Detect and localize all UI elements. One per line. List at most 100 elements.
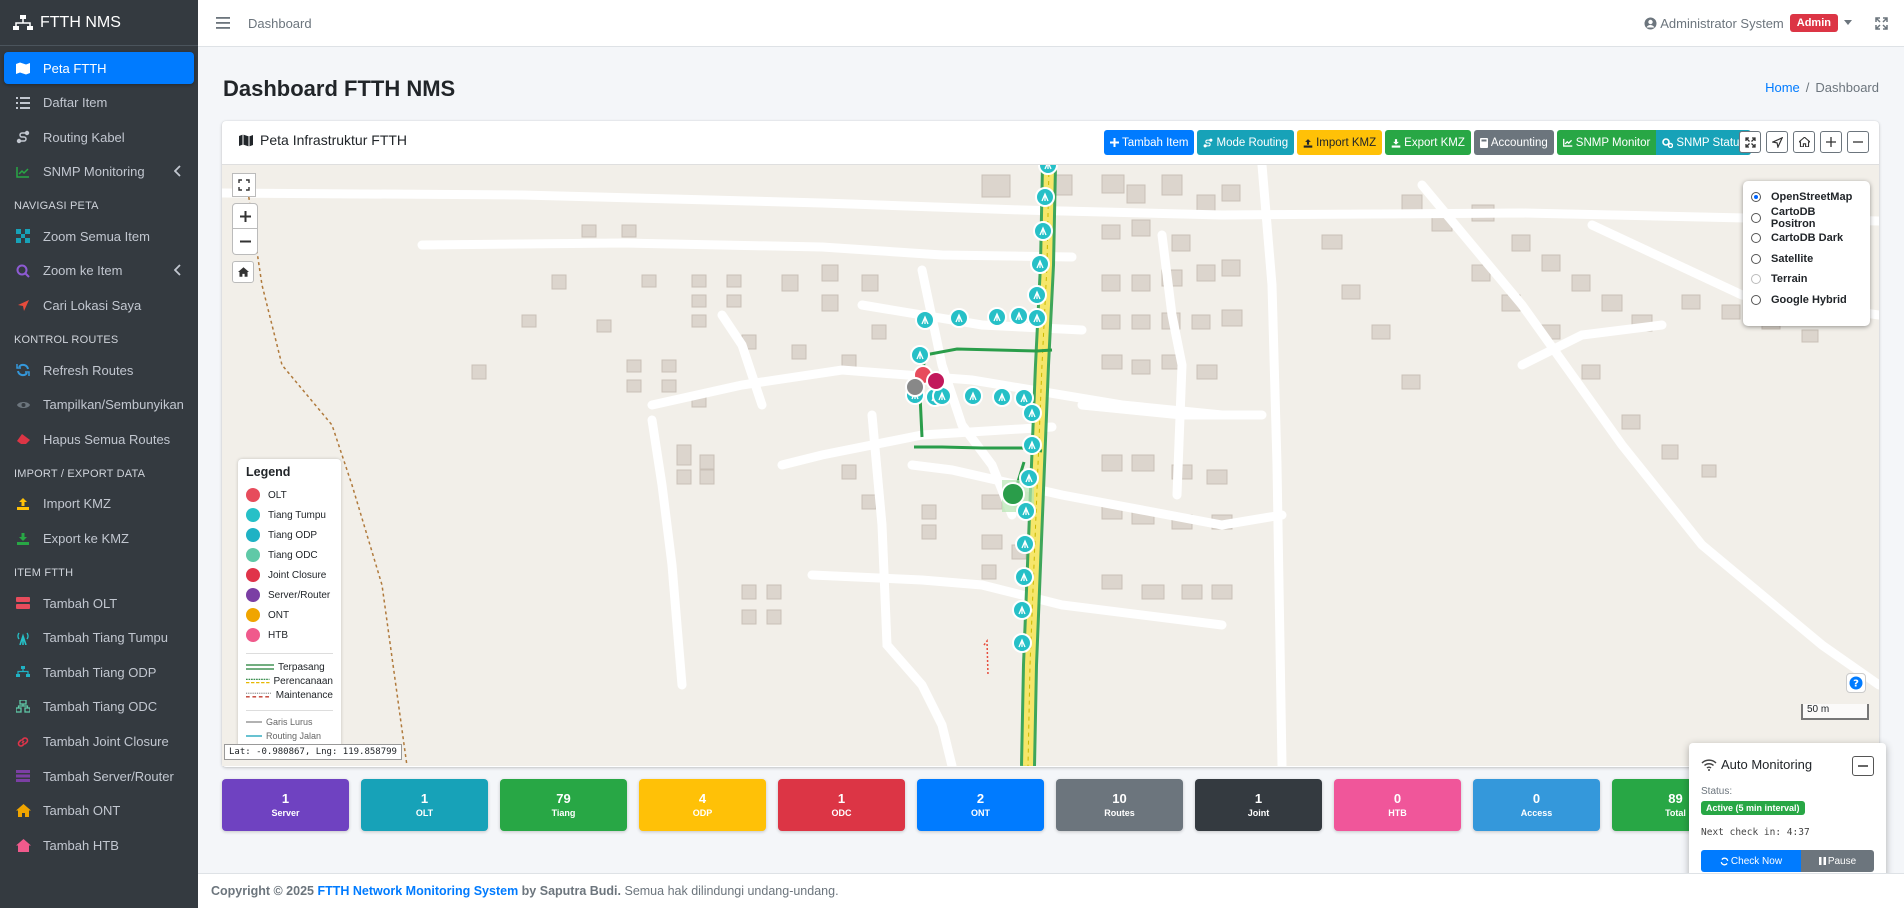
network-icon [14,700,32,714]
sidebar-item-refresh-routes[interactable]: Refresh Routes [4,354,194,386]
sidebar-item-label: Refresh Routes [43,362,134,378]
sidebar-item-routing-kabel[interactable]: Routing Kabel [4,121,194,153]
nav-header-routes: KONTROL ROUTES [14,334,119,347]
help-button[interactable]: ? [1846,673,1866,693]
server-marker[interactable] [926,371,946,391]
home-tool-button[interactable] [1793,131,1815,153]
svg-text:?: ? [1853,679,1859,690]
stat-box-tiang[interactable]: 79 Tiang [500,779,627,831]
layer-option[interactable]: CartoDB Dark [1751,228,1862,249]
stat-box-ont[interactable]: 2 ONT [917,779,1044,831]
sidebar-item-tambah-tiang-tumpu[interactable]: Tambah Tiang Tumpu [4,622,194,654]
stat-label: Access [1520,808,1553,818]
legend-line-maintenance: Maintenance [246,688,333,702]
line-dotted-icon [246,678,270,684]
sidebar-item-daftar-item[interactable]: Daftar Item [4,87,194,119]
legend-label: Tiang Tumpu [268,509,326,521]
sidebar-item-tampilkan[interactable]: Tampilkan/Sembunyikan [4,389,194,421]
locate-tool-button[interactable] [1766,131,1788,153]
calculator-icon [1479,137,1488,148]
zoom-in-button[interactable] [232,203,258,229]
radio[interactable] [1751,294,1761,305]
fullscreen-map-button[interactable] [232,173,256,197]
snmp-monitor-button[interactable]: SNMP Monitor [1556,130,1657,155]
pause-button[interactable]: Pause [1801,850,1874,872]
pause-icon [1818,857,1826,865]
stat-value: 0 [1532,791,1541,806]
ftth-map[interactable]: OpenStreetMap CartoDB Positron CartoDB D… [222,165,1879,766]
monitor-minimize-button[interactable] [1852,756,1874,776]
sidebar-item-zoom-semua[interactable]: Zoom Semua Item [4,220,194,252]
sidebar-item-tambah-tiang-odc[interactable]: Tambah Tiang ODC [4,691,194,723]
brand-text: FTTH NMS [40,13,121,31]
sidebar-item-import-kmz[interactable]: Import KMZ [4,488,194,520]
legend-label: Maintenance [275,689,333,701]
radio-selected[interactable] [1751,192,1761,203]
stat-box-joint[interactable]: 1 Joint [1195,779,1322,831]
ont-marker-icon [246,608,260,622]
sidebar-item-label: Tambah Tiang ODP [43,664,157,680]
breadcrumb-home-link[interactable]: Home [1765,80,1800,95]
sidebar-item-label: Export ke KMZ [43,531,129,547]
plus-icon [239,210,251,222]
tambah-item-button[interactable]: Tambah Item [1104,130,1195,155]
monitor-status-label: Status: [1701,786,1733,797]
import-kmz-button[interactable]: Import KMZ [1297,130,1383,155]
radio[interactable] [1751,233,1761,244]
radio[interactable] [1751,253,1761,264]
download-icon [1391,138,1401,148]
stat-box-odc[interactable]: 1 ODC [778,779,905,831]
home-map-button[interactable] [232,261,254,283]
radio[interactable] [1751,212,1761,223]
broadcast-tower-icon [14,631,32,645]
sidebar-item-tambah-htb[interactable]: Tambah HTB [4,829,194,861]
stat-value: 1 [1254,791,1263,806]
sidebar-item-tambah-ont[interactable]: Tambah ONT [4,795,194,827]
expand-card-button[interactable] [1820,131,1842,153]
sidebar-item-tambah-joint-closure[interactable]: Tambah Joint Closure [4,726,194,758]
stat-box-server[interactable]: 1 Server [222,779,349,831]
layer-option[interactable]: Google Hybrid [1751,290,1862,311]
stat-box-odp[interactable]: 4 ODP [639,779,766,831]
footer-system-link[interactable]: FTTH Network Monitoring System [317,884,518,898]
brand[interactable]: FTTH NMS [0,0,198,46]
sidebar-item-hapus-routes[interactable]: Hapus Semua Routes [4,423,194,455]
topbar-dashboard-link[interactable]: Dashboard [248,16,312,31]
collapse-card-button[interactable] [1847,131,1869,153]
stat-box-olt[interactable]: 1 OLT [361,779,488,831]
plus-icon [1110,138,1119,147]
sidebar-item-tambah-server-router[interactable]: Tambah Server/Router [4,760,194,792]
monitor-title: Auto Monitoring [1721,757,1813,772]
stat-label: HTB [1388,808,1407,818]
export-kmz-button[interactable]: Export KMZ [1385,130,1471,155]
layer-option[interactable]: CartoDB Positron [1751,206,1862,230]
stat-label: Server [271,808,300,818]
sidebar-item-export-kmz[interactable]: Export ke KMZ [4,523,194,555]
sidebar-item-zoom-ke-item[interactable]: Zoom ke Item [4,255,194,287]
accounting-button[interactable]: Accounting [1473,130,1554,155]
sidebar-item-peta-ftth[interactable]: Peta FTTH [4,52,194,84]
map-tool-buttons [1734,131,1869,153]
zoom-out-button[interactable] [232,229,258,255]
sidebar-item-label: Zoom Semua Item [43,228,150,244]
legend-title: Legend [246,465,291,479]
sidebar-item-tambah-tiang-odp[interactable]: Tambah Tiang ODP [4,656,194,688]
stat-box-htb[interactable]: 0 HTB [1334,779,1461,831]
sidebar-item-tambah-olt[interactable]: Tambah OLT [4,587,194,619]
sidebar-item-cari-lokasi[interactable]: Cari Lokasi Saya [4,290,194,322]
mode-routing-button[interactable]: Mode Routing [1197,130,1295,155]
check-now-button[interactable]: Check Now [1701,850,1801,872]
layer-option[interactable]: OpenStreetMap [1751,187,1862,208]
zoom-all-tool-button[interactable] [1739,131,1761,153]
stat-box-access[interactable]: 0 Access [1473,779,1600,831]
stat-box-routes[interactable]: 10 Routes [1056,779,1183,831]
sidebar-item-snmp-monitoring[interactable]: SNMP Monitoring [4,156,194,188]
line-straight-icon [246,721,262,723]
user-menu[interactable]: Administrator System Admin [1644,14,1852,32]
hamburger-menu-icon[interactable] [216,17,230,29]
odp-marker[interactable] [905,377,925,397]
ont-marker[interactable] [1001,482,1025,506]
fullscreen-icon[interactable] [1875,17,1888,30]
cogs-icon [1662,137,1674,148]
layer-option[interactable]: Satellite [1751,249,1862,270]
